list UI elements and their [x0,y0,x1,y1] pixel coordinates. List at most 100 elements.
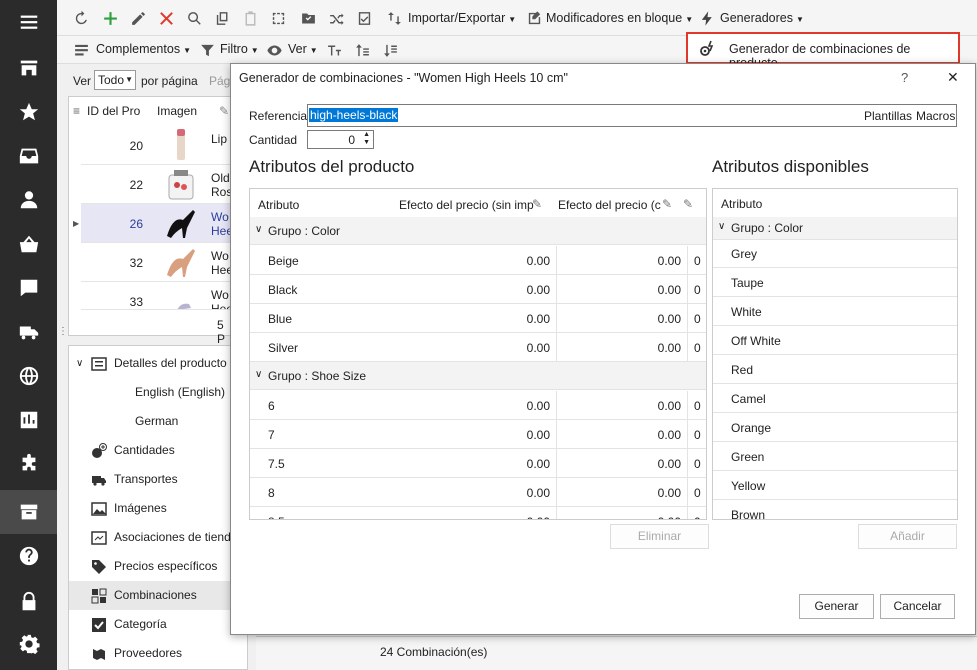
price-effect-value[interactable]: 0.00 [450,341,550,355]
message-icon[interactable] [0,266,57,310]
shuffle-icon[interactable] [326,8,346,28]
row-menu-icon[interactable]: ≡ [73,97,80,125]
search-icon[interactable] [184,8,204,28]
puzzle-icon[interactable] [0,442,57,486]
inbox-icon[interactable] [0,134,57,178]
table-row[interactable]: 22 Old Ros [81,165,233,204]
addons-icon[interactable] [71,40,91,60]
help-button[interactable]: ? [901,70,908,85]
column-header-attribute[interactable]: Atributo [258,198,299,212]
available-attribute-item[interactable]: Grey [713,239,957,268]
price-effect-tax-value[interactable]: 0.00 [580,486,681,500]
extra-value[interactable]: 0 [694,486,701,500]
page-size-select[interactable]: Todo ▼ [94,70,136,90]
truck-icon[interactable] [0,310,57,354]
available-attribute-item[interactable]: Brown [713,500,957,519]
column-header-attribute[interactable]: Atributo [721,197,762,211]
available-attribute-item[interactable]: Green [713,442,957,471]
tree-item-suppliers[interactable]: Proveedores [69,639,247,668]
price-effect-tax-value[interactable]: 0.00 [580,312,681,326]
attribute-row[interactable]: 6 0.00 0.00 0 [250,391,706,420]
generate-button[interactable]: Generar [799,594,874,619]
tree-item-combinations[interactable]: Combinaciones [69,581,247,610]
checked-folder-icon[interactable] [298,8,318,28]
bulk-modifier-icon[interactable] [524,8,544,28]
column-header-id[interactable]: ID del Pro [87,97,140,125]
import-export-menu[interactable]: Importar/Exportar ▼ [408,11,516,25]
price-effect-value[interactable]: 0.00 [450,428,550,442]
tree-item-german[interactable]: German [69,407,247,436]
import-export-icon[interactable] [384,8,404,28]
edit-column-icon[interactable]: ✎ [219,97,229,125]
tree-item-images[interactable]: Imágenes [69,494,247,523]
globe-icon[interactable] [0,354,57,398]
attribute-row[interactable]: Silver 0.00 0.00 0 [250,333,706,362]
eye-icon[interactable] [264,40,284,60]
delete-icon[interactable] [156,8,176,28]
available-attribute-item[interactable]: Off White [713,326,957,355]
view-menu[interactable]: Ver ▼ [288,42,318,56]
price-effect-tax-value[interactable]: 0.00 [580,457,681,471]
attribute-group-header[interactable]: ∨ Grupo : Shoe Size [250,362,706,390]
column-header-image[interactable]: Imagen [157,97,197,125]
filter-icon[interactable] [197,40,217,60]
price-effect-value[interactable]: 0.00 [450,457,550,471]
generators-menu[interactable]: Generadores ▼ [720,11,804,25]
paste-icon[interactable] [240,8,260,28]
price-effect-value[interactable]: 0.00 [450,283,550,297]
table-row-selected[interactable]: 26 Wo Hee [81,204,233,243]
tree-item-shipping[interactable]: Transportes [69,465,247,494]
store-icon[interactable] [0,46,57,90]
price-effect-value[interactable]: 0.00 [450,515,550,519]
quantity-stepper[interactable]: 0 ▲ ▼ [307,130,374,149]
extra-value[interactable]: 0 [694,341,701,355]
user-icon[interactable] [0,178,57,222]
extra-value[interactable]: 0 [694,312,701,326]
edit-icon[interactable] [128,8,148,28]
delete-button[interactable]: Eliminar [610,524,709,549]
font-size-icon[interactable] [324,40,344,60]
available-attribute-item[interactable]: Red [713,355,957,384]
price-effect-value[interactable]: 0.00 [450,312,550,326]
price-effect-tax-value[interactable]: 0.00 [580,428,681,442]
attribute-row[interactable]: 8 0.00 0.00 0 [250,478,706,507]
available-attribute-item[interactable]: White [713,297,957,326]
extra-value[interactable]: 0 [694,399,701,413]
tree-item-quantities[interactable]: Cantidades [69,436,247,465]
price-effect-value[interactable]: 0.00 [450,254,550,268]
lightning-icon[interactable] [697,8,717,28]
table-row[interactable]: 33 Wo Hee [81,282,233,310]
price-effect-value[interactable]: 0.00 [450,399,550,413]
tree-item-shop-associations[interactable]: Asociaciones de tienda [69,523,247,552]
collapse-icon[interactable]: ∨ [255,369,262,380]
collapse-icon[interactable]: ∨ [255,224,262,235]
attribute-row[interactable]: Beige 0.00 0.00 0 [250,246,706,275]
price-effect-tax-value[interactable]: 0.00 [580,399,681,413]
close-button[interactable]: ✕ [947,69,959,86]
edit-column-icon[interactable]: ✎ [532,197,542,211]
tree-item-specific-prices[interactable]: Precios específicos [69,552,247,581]
price-effect-tax-value[interactable]: 0.00 [580,341,681,355]
hamburger-menu-icon[interactable] [0,0,57,44]
extra-value[interactable]: 0 [694,428,701,442]
cancel-button[interactable]: Cancelar [880,594,955,619]
help-icon[interactable] [0,534,57,578]
attribute-row[interactable]: Blue 0.00 0.00 0 [250,304,706,333]
add-icon[interactable] [100,8,120,28]
table-row[interactable]: 32 Wo Hee [81,243,233,282]
edit-column-icon[interactable]: ✎ [662,197,672,211]
archive-icon[interactable] [0,490,57,534]
price-effect-tax-value[interactable]: 0.00 [580,283,681,297]
available-attribute-item[interactable]: Yellow [713,471,957,500]
attribute-row[interactable]: Black 0.00 0.00 0 [250,275,706,304]
price-effect-tax-value[interactable]: 0.00 [580,254,681,268]
available-attribute-item[interactable]: Taupe [713,268,957,297]
generator-menu-item[interactable]: Generador de combinaciones de producto [686,32,960,70]
attribute-row[interactable]: 7.5 0.00 0.00 0 [250,449,706,478]
column-header-price-effect[interactable]: Efecto del precio (sin imp [399,198,534,212]
available-attribute-item[interactable]: Orange [713,413,957,442]
extra-value[interactable]: 0 [694,515,701,519]
collapse-icon[interactable]: ∨ [76,349,83,378]
attribute-group-header[interactable]: ∨ Grupo : Color [250,217,706,245]
copy-icon[interactable] [212,8,232,28]
